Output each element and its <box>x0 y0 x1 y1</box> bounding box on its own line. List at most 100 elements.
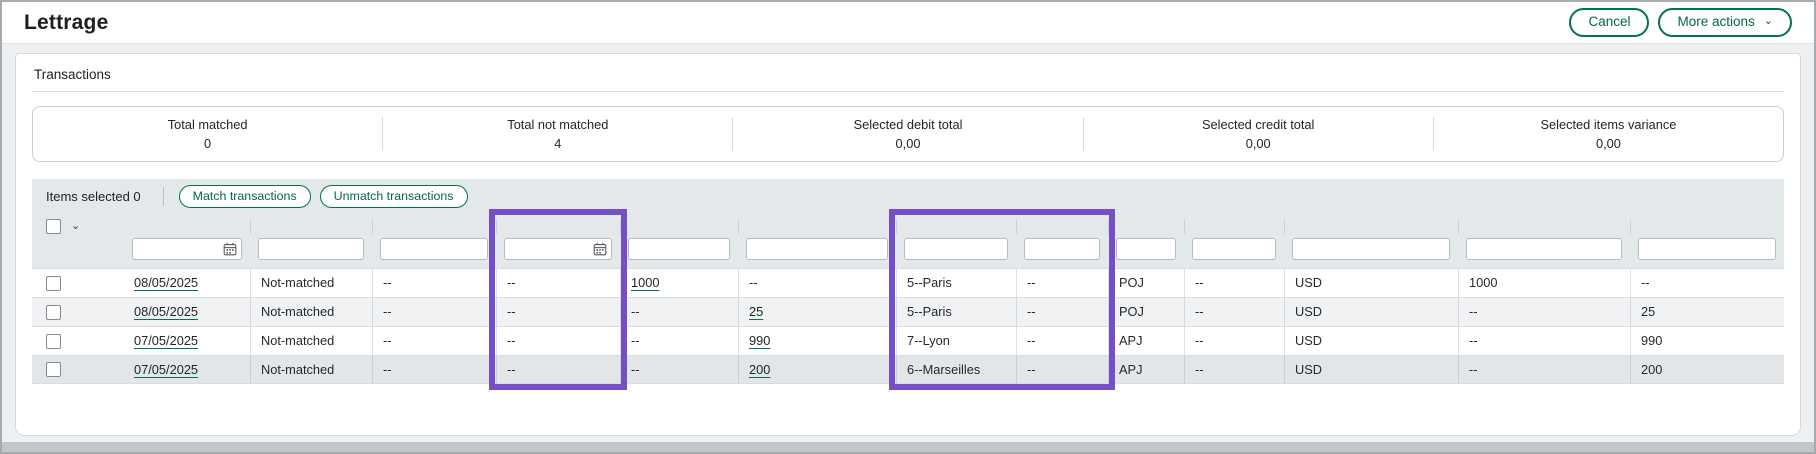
transactions-card: Transactions Total matched 0Total not ma… <box>15 53 1801 436</box>
cell-link-base-currency-debit[interactable]: 1000 <box>631 275 659 290</box>
chevron-down-icon[interactable]: ⌄ <box>71 219 80 232</box>
unmatch-transactions-button[interactable]: Unmatch transactions <box>320 185 468 208</box>
cell-value-transaction-currency-debit: -- <box>1469 362 1478 377</box>
filter-cell-posting-date <box>124 234 250 268</box>
table-cell-reference: -- <box>1184 298 1284 326</box>
row-checkbox[interactable] <box>46 362 61 377</box>
cell-link-posting-date[interactable]: 08/05/2025 <box>134 275 198 290</box>
column-header-matching-date[interactable] <box>496 219 620 234</box>
table-cell-base-currency-credit: -- <box>738 269 896 297</box>
filter-cell-transaction-currency-credit <box>1630 234 1784 268</box>
filter-input-transaction-currency-debit[interactable] <box>1466 238 1622 260</box>
table-cell-transaction-currency: USD <box>1284 298 1458 326</box>
column-header-transaction-currency[interactable] <box>1284 219 1458 234</box>
summary-value: 0,00 <box>1434 136 1783 151</box>
table-cell-transaction-currency-credit: 25 <box>1630 298 1784 326</box>
filter-cell-matching-status <box>250 234 372 268</box>
filter-input-matching-date[interactable] <box>504 238 612 260</box>
table-cell-transaction-currency-debit: 1000 <box>1458 269 1630 297</box>
cell-link-base-currency-credit[interactable]: 200 <box>749 362 770 377</box>
cell-link-base-currency-credit[interactable]: 25 <box>749 304 763 319</box>
cell-value-transaction-currency: USD <box>1295 362 1322 377</box>
column-header-base-currency-credit[interactable] <box>738 219 896 234</box>
table-cell-posting-date: 08/05/2025 <box>124 269 250 297</box>
table-cell-matching-letter: -- <box>372 269 496 297</box>
filter-input-journal[interactable] <box>1116 238 1176 260</box>
cell-value-memo: -- <box>1027 333 1036 348</box>
cell-value-memo: -- <box>1027 304 1036 319</box>
summary-label: Total matched <box>33 117 382 132</box>
match-transactions-button[interactable]: Match transactions <box>179 185 311 208</box>
cell-value-matching-status: Not-matched <box>261 275 334 290</box>
column-header-posting-date[interactable] <box>124 219 250 234</box>
table-cell-reference: -- <box>1184 356 1284 384</box>
row-checkbox[interactable] <box>46 305 61 320</box>
table-cell-memo: -- <box>1016 269 1108 297</box>
cell-value-base-currency-debit: -- <box>631 362 640 377</box>
cell-link-posting-date[interactable]: 08/05/2025 <box>134 304 198 319</box>
column-header-transaction-currency-credit[interactable] <box>1630 219 1784 234</box>
table-cell-memo: -- <box>1016 327 1108 355</box>
table-cell-posting-date: 07/05/2025 <box>124 327 250 355</box>
app-window: Lettrage Cancel More actions ⌄ Transacti… <box>0 0 1816 454</box>
filter-cell-transaction-currency <box>1284 234 1458 268</box>
cancel-button[interactable]: Cancel <box>1569 8 1649 37</box>
toolbar-divider <box>163 187 164 206</box>
table-cell-matching-letter: -- <box>372 327 496 355</box>
filter-input-matching-status[interactable] <box>258 238 364 260</box>
column-header-memo[interactable] <box>1016 219 1108 234</box>
summary-label: Selected credit total <box>1084 117 1433 132</box>
cell-value-location: 7--Lyon <box>907 333 950 348</box>
summary-value: 0 <box>33 136 382 151</box>
cell-value-transaction-currency: USD <box>1295 275 1322 290</box>
filter-input-base-currency-credit[interactable] <box>746 238 888 260</box>
cell-value-transaction-currency-credit: -- <box>1641 275 1650 290</box>
filter-input-transaction-currency[interactable] <box>1292 238 1450 260</box>
cell-value-reference: -- <box>1195 275 1204 290</box>
cell-link-posting-date[interactable]: 07/05/2025 <box>134 362 198 377</box>
filter-input-base-currency-debit[interactable] <box>628 238 730 260</box>
table-cell-transaction-currency-credit: 990 <box>1630 327 1784 355</box>
filter-input-memo[interactable] <box>1024 238 1100 260</box>
window-bottom-strip <box>2 442 1814 452</box>
filter-cell-reference <box>1184 234 1284 268</box>
filter-cell-matching-letter <box>372 234 496 268</box>
filter-input-posting-date[interactable] <box>132 238 242 260</box>
column-header-matching-status[interactable] <box>250 219 372 234</box>
summary-item: Total matched 0 <box>33 117 382 151</box>
table-cell-matching-letter: -- <box>372 298 496 326</box>
column-header-base-currency-debit[interactable] <box>620 219 738 234</box>
row-checkbox[interactable] <box>46 276 61 291</box>
row-select-cell <box>32 362 124 377</box>
summary-label: Selected items variance <box>1434 117 1783 132</box>
column-header-reference[interactable] <box>1184 219 1284 234</box>
more-actions-button[interactable]: More actions ⌄ <box>1658 8 1792 37</box>
column-header-journal[interactable] <box>1108 219 1184 234</box>
row-checkbox[interactable] <box>46 334 61 349</box>
table-cell-journal: POJ <box>1108 298 1184 326</box>
filter-input-location[interactable] <box>904 238 1008 260</box>
filter-spacer-cell <box>32 234 124 268</box>
cell-link-base-currency-credit[interactable]: 990 <box>749 333 770 348</box>
table-cell-memo: -- <box>1016 298 1108 326</box>
filter-cell-location <box>896 234 1016 268</box>
column-header-matching-letter[interactable] <box>372 219 496 234</box>
table-header: ⌄ <box>32 214 1784 268</box>
filter-input-transaction-currency-credit[interactable] <box>1638 238 1776 260</box>
cell-value-journal: APJ <box>1119 333 1142 348</box>
table-cell-reference: -- <box>1184 327 1284 355</box>
table-cell-base-currency-debit: -- <box>620 356 738 384</box>
cancel-button-label: Cancel <box>1588 14 1630 31</box>
cell-value-reference: -- <box>1195 362 1204 377</box>
row-select-cell <box>32 276 124 291</box>
filter-input-matching-letter[interactable] <box>380 238 488 260</box>
column-header-location[interactable] <box>896 219 1016 234</box>
select-all-checkbox[interactable] <box>46 219 61 234</box>
cell-value-matching-status: Not-matched <box>261 304 334 319</box>
cell-value-transaction-currency-credit: 25 <box>1641 304 1655 319</box>
filter-input-reference[interactable] <box>1192 238 1276 260</box>
page-content: Transactions Total matched 0Total not ma… <box>2 44 1814 442</box>
cell-link-posting-date[interactable]: 07/05/2025 <box>134 333 198 348</box>
table-row: 07/05/2025Not-matched------9907--Lyon--A… <box>32 326 1784 355</box>
column-header-transaction-currency-debit[interactable] <box>1458 219 1630 234</box>
